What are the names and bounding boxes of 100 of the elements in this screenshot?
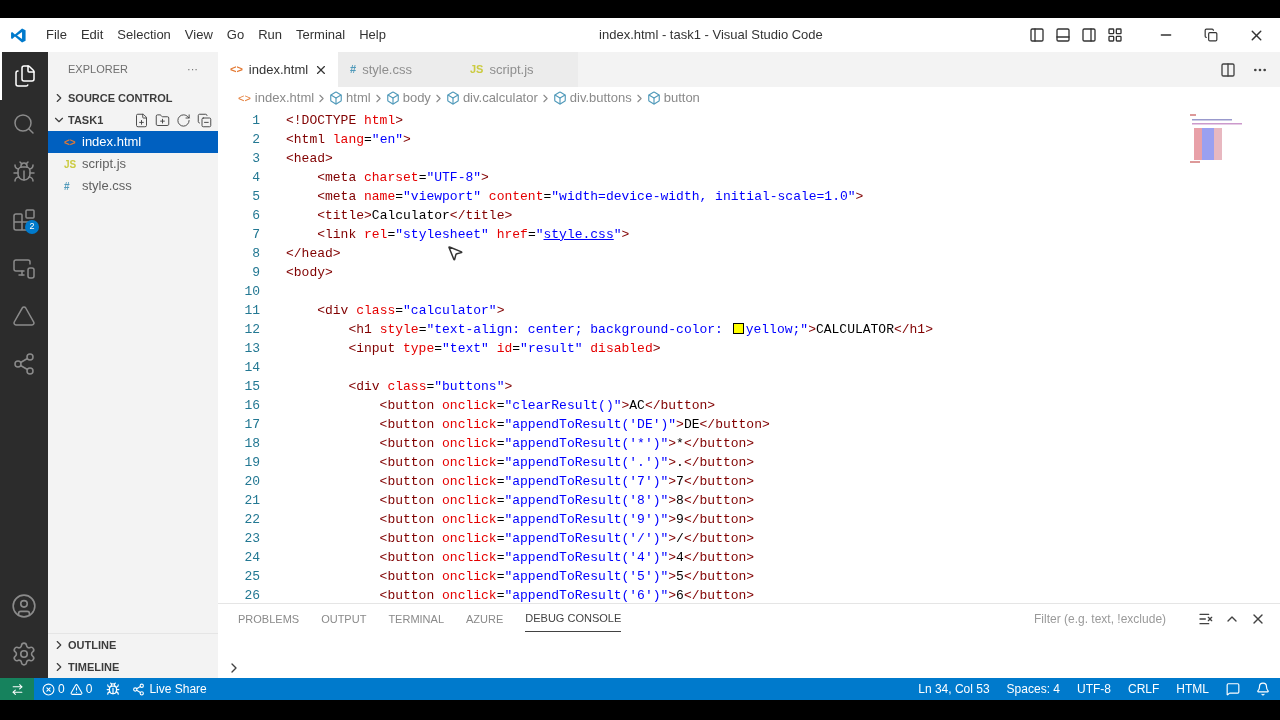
blocks-icon[interactable] (12, 208, 36, 232)
settings-icon[interactable] (11, 641, 37, 667)
status-item[interactable]: CRLF (1128, 680, 1160, 698)
code-line: <button onclick="appendToResult('6')">6</button> (378, 586, 755, 603)
explorer-file-row[interactable]: # style.css (48, 175, 218, 197)
editor-tab[interactable]: <> index.html (218, 52, 338, 87)
filter-field[interactable]: Filter (e.g. text, !exclude) (1028, 608, 1188, 630)
explorer-file-row[interactable]: <> index.html (48, 131, 218, 153)
code-line: <div class="calculator"> (316, 301, 505, 320)
toggle-sidebar-icon[interactable] (1029, 27, 1045, 43)
status-item[interactable]: Spaces: 4 (1006, 680, 1060, 698)
code-line: <head> (286, 149, 333, 168)
menu-item[interactable]: Edit (73, 25, 111, 45)
code-line: <button onclick="appendToResult('4')">4</button> (378, 548, 755, 567)
breadcrumb-item[interactable]: body (402, 88, 431, 108)
share-icon[interactable] (12, 352, 36, 376)
file-type-icon: <> (64, 134, 76, 150)
section-header[interactable]: TIMELINE (68, 658, 120, 676)
menu-item[interactable]: Go (219, 25, 252, 45)
toggle-secondary-sidebar-icon[interactable] (1081, 27, 1097, 43)
breadcrumb-item[interactable]: div.buttons (569, 88, 632, 108)
line-number: 14 (243, 358, 260, 377)
files-icon[interactable] (13, 64, 37, 88)
toggle-panel-icon[interactable] (1055, 27, 1071, 43)
line-number: 13 (243, 339, 260, 358)
remote-icon[interactable] (10, 682, 24, 696)
error-icon[interactable] (42, 682, 55, 696)
menu-item[interactable]: Help (352, 25, 393, 45)
sidebar-title: EXPLORER (68, 62, 128, 78)
line-number: 18 (243, 434, 260, 453)
triangle-icon[interactable] (12, 304, 36, 328)
error-count[interactable]: 0 (58, 680, 65, 698)
menu-item[interactable]: Run (251, 25, 289, 45)
section-header[interactable]: SOURCE CONTROL (68, 89, 173, 107)
code-line: <button onclick="appendToResult('8')">8</button> (378, 491, 755, 510)
tab-label: script.js (489, 60, 534, 79)
monitor-icon[interactable] (12, 256, 36, 280)
panel-tab[interactable]: DEBUG CONSOLE (525, 606, 622, 632)
notification-icon[interactable] (1256, 682, 1270, 696)
line-number: 15 (243, 377, 260, 396)
code-line: <button onclick="appendToResult('5')">5</button> (378, 567, 755, 586)
feedback-icon[interactable] (1226, 682, 1240, 696)
new-folder-icon[interactable] (155, 112, 170, 128)
menu-item[interactable]: View (177, 25, 220, 45)
editor-tab[interactable]: JS script.js (458, 52, 578, 87)
more-actions-button[interactable]: ··· (187, 61, 198, 78)
section-header[interactable]: TASK1 (68, 111, 104, 129)
warning-count[interactable]: 0 (85, 680, 93, 698)
panel-tab[interactable]: OUTPUT (321, 606, 367, 632)
breadcrumb-item[interactable]: div.calculator (462, 88, 538, 108)
line-number: 8 (251, 244, 260, 263)
line-number: 6 (251, 206, 260, 225)
status-item[interactable]: HTML (1176, 680, 1209, 698)
account-icon[interactable] (11, 593, 37, 619)
code-line: <link rel="stylesheet" href="style.css"> (316, 225, 630, 244)
status-item[interactable]: Ln 34, Col 53 (918, 680, 990, 698)
warning-icon[interactable] (69, 682, 83, 696)
mouse-cursor-icon (446, 244, 464, 262)
menu-item[interactable]: Terminal (289, 25, 353, 45)
line-number: 2 (251, 130, 260, 149)
line-number: 23 (243, 529, 260, 548)
element-icon (329, 91, 344, 105)
line-number: 20 (243, 472, 260, 491)
new-file-icon[interactable] (134, 112, 149, 128)
breadcrumb-item[interactable]: index.html (254, 88, 315, 108)
file-type-icon: # (350, 61, 357, 78)
menu-item[interactable]: Selection (110, 25, 178, 45)
split-editor-icon[interactable] (1220, 61, 1236, 78)
code-line: <button onclick="appendToResult('*')">*</button> (378, 434, 755, 453)
clear-console-icon[interactable] (1198, 611, 1214, 627)
element-icon (445, 91, 460, 105)
bug-icon[interactable] (12, 160, 36, 184)
panel-tab[interactable]: TERMINAL (388, 606, 444, 632)
panel-tab[interactable]: AZURE (466, 606, 504, 632)
refresh-icon[interactable] (176, 112, 191, 128)
breadcrumb-item[interactable]: html (346, 88, 371, 108)
code-line: <body> (286, 263, 333, 282)
element-icon (646, 91, 661, 105)
file-name: style.css (82, 177, 132, 196)
code-line: <meta name="viewport" content="width=device-width, initial-scale=1.0"> (316, 187, 864, 206)
code-line: <title>Calculator</title> (316, 206, 513, 225)
restore-icon[interactable] (1204, 28, 1218, 42)
layout-icon[interactable] (1107, 27, 1123, 43)
line-number: 1 (251, 111, 260, 130)
collapse-all-icon[interactable] (197, 112, 212, 128)
panel-tab[interactable]: PROBLEMS (238, 606, 300, 632)
breadcrumb-item[interactable]: button (663, 88, 700, 108)
line-number: 22 (243, 510, 260, 529)
live-share-button[interactable]: Live Share (149, 680, 207, 698)
line-number: 5 (251, 187, 260, 206)
bug-icon[interactable] (106, 682, 121, 696)
menu-item[interactable]: File (39, 25, 74, 45)
editor-tab[interactable]: # style.css (338, 52, 458, 87)
share-icon[interactable] (132, 682, 146, 696)
count-badge: 2 (25, 220, 39, 234)
section-header[interactable]: OUTLINE (68, 636, 117, 654)
explorer-file-row[interactable]: JS script.js (48, 153, 218, 175)
search-icon[interactable] (12, 112, 36, 136)
status-item[interactable]: UTF-8 (1077, 680, 1111, 698)
line-number: 25 (243, 567, 260, 586)
